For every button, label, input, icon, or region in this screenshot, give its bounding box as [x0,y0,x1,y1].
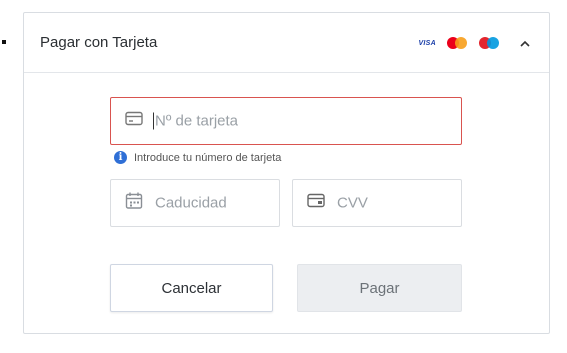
panel-title: Pagar con Tarjeta [40,34,158,51]
cancel-button[interactable]: Cancelar [110,264,273,312]
credit-card-icon [125,111,143,131]
cvv-placeholder: CVV [337,194,368,212]
card-back-icon [307,193,325,213]
panel-header[interactable]: Pagar con Tarjeta VISA [24,13,549,73]
expiry-field[interactable]: Caducidad [110,179,280,227]
mastercard-icon [445,35,469,51]
card-number-placeholder: Nº de tarjeta [153,112,239,130]
info-icon: i [114,151,127,164]
calendar-icon [125,192,143,215]
card-number-field[interactable]: Nº de tarjeta [110,97,462,145]
chevron-up-icon[interactable] [517,35,533,51]
cvv-field[interactable]: CVV [292,179,462,227]
visa-icon: VISA [418,39,436,47]
expiry-placeholder: Caducidad [155,194,227,212]
maestro-icon [477,35,501,51]
card-brands: VISA [418,33,533,53]
payment-card-panel: Pagar con Tarjeta VISA [23,12,550,334]
card-number-hint: i Introduce tu número de tarjeta [114,151,281,164]
hint-text: Introduce tu número de tarjeta [134,151,282,164]
bullet-marker [2,40,6,44]
pay-button[interactable]: Pagar [297,264,462,312]
